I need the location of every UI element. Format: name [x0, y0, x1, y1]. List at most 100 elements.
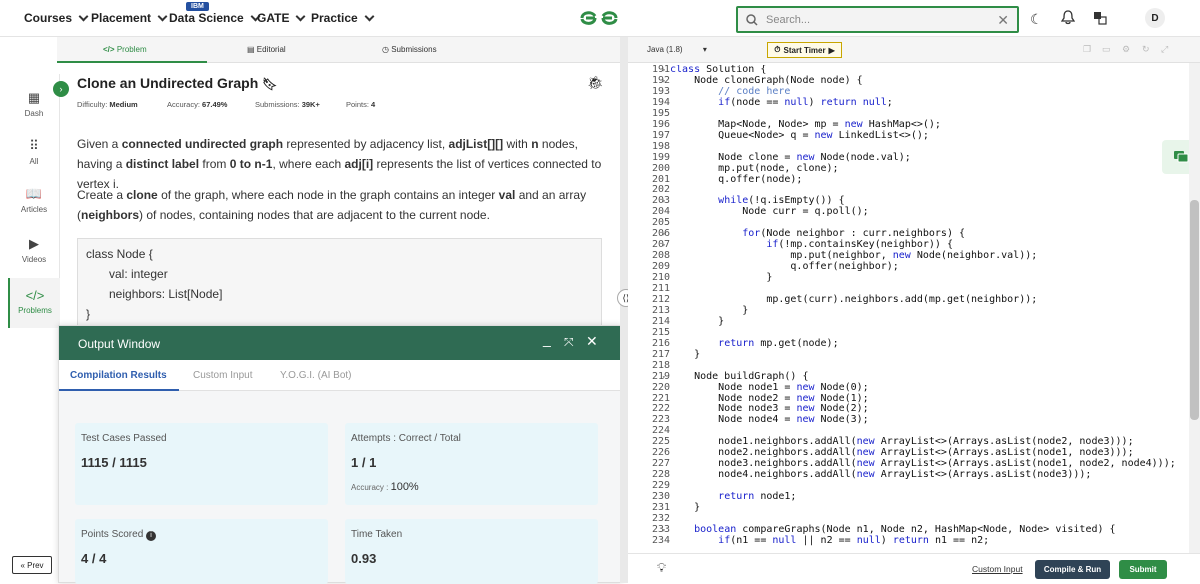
code-line: mp.put(node, clone);: [670, 162, 839, 174]
accuracy-value: 67.49%: [202, 100, 228, 109]
rail-item-label: Dash: [24, 109, 44, 118]
text: Given a: [77, 137, 119, 151]
submit-button[interactable]: Submit: [1119, 560, 1167, 579]
ibm-badge: IBM: [186, 2, 209, 11]
tab-compilation-results[interactable]: Compilation Results: [70, 370, 167, 381]
dark-mode-icon[interactable]: ☾: [1030, 11, 1043, 28]
expand-icon[interactable]: ⤧: [564, 335, 574, 350]
code-line: class Node {: [86, 247, 153, 261]
rail-item-label: Videos: [21, 255, 47, 264]
translate-icon[interactable]: [1093, 11, 1107, 25]
code-line: Node node1 = new Node(0);: [670, 381, 869, 393]
start-timer-button[interactable]: ⏱ Start Timer ▶: [767, 42, 842, 58]
line-number: 218: [651, 359, 670, 371]
rail-item-articles[interactable]: 📖 Articles: [8, 186, 60, 214]
editor-scrollbar-thumb[interactable]: [1190, 200, 1199, 420]
rail-item-all[interactable]: ⠿ All: [8, 138, 60, 166]
language-select[interactable]: Java (1.8) ▾: [647, 45, 707, 54]
code-line: Node clone = new Node(node.val);: [670, 151, 911, 163]
text-bold: adj[i]: [344, 157, 374, 171]
nav-practice[interactable]: Practice: [311, 11, 375, 25]
points-value: 4: [371, 100, 376, 109]
info-icon[interactable]: i: [146, 531, 157, 541]
submissions: Submissions: 39K+: [255, 100, 320, 109]
gfg-logo[interactable]: [578, 8, 620, 28]
points-label: Points:: [346, 100, 369, 109]
start-timer-label: Start Timer: [783, 45, 826, 55]
rail-item-videos[interactable]: ▶ Videos: [8, 236, 60, 264]
nav-placement[interactable]: Placement: [91, 11, 168, 25]
code-line: if(node == null) return null;: [718, 96, 893, 108]
minimize-icon[interactable]: _: [543, 331, 551, 347]
history-icon: ◷: [382, 45, 389, 54]
nav-gate[interactable]: GATE: [257, 11, 306, 25]
nav-courses-label: Courses: [24, 11, 73, 25]
card-label: Time Taken: [351, 529, 403, 540]
text: Create a: [77, 188, 124, 202]
rail-item-dash[interactable]: ▦ Dash: [8, 90, 60, 118]
card-value: 1115 / 1115: [81, 455, 147, 470]
tab-submissions[interactable]: ◷ Submissions: [382, 45, 437, 54]
collapse-arrow-icon[interactable]: ›: [53, 81, 69, 97]
code-icon: </>: [103, 45, 115, 54]
tab-yogi-bot[interactable]: Y.O.G.I. (AI Bot): [280, 370, 352, 381]
text: and an array: [518, 188, 587, 202]
rail-item-problems[interactable]: </> Problems: [8, 278, 60, 328]
code-line: }: [86, 307, 91, 321]
code-line: }: [670, 502, 701, 513]
custom-input-link[interactable]: Custom Input: [972, 564, 1023, 574]
text-bold: distinct label: [125, 157, 200, 171]
bulb-icon[interactable]: 💡︎: [657, 560, 666, 576]
tab-editorial[interactable]: ▤ Editorial: [247, 45, 286, 54]
search-icon: [746, 13, 758, 26]
text: from: [202, 157, 227, 171]
reset-icon[interactable]: ↻: [1142, 44, 1150, 55]
points: Points: 4: [346, 100, 375, 109]
difficulty-value: Medium: [109, 100, 138, 109]
card-test-cases: Test Cases Passed 1115 / 1115: [75, 423, 328, 505]
card-label: Test Cases Passed: [81, 433, 167, 444]
text: , where each: [272, 157, 342, 171]
text-bold: adjList[][]: [448, 137, 504, 151]
compile-run-button[interactable]: Compile & Run: [1035, 560, 1110, 579]
code-line: }: [670, 315, 725, 327]
card-sub: Accuracy : 100%: [351, 481, 419, 493]
tab-custom-input[interactable]: Custom Input: [193, 370, 252, 381]
card-label-text: Points Scored: [81, 529, 144, 540]
rail-item-label: Articles: [20, 205, 48, 214]
clear-icon[interactable]: ✕: [997, 12, 1009, 29]
difficulty-label: Difficulty:: [77, 100, 108, 109]
code-area[interactable]: 191 ▾ class Solution {192 ▾ Node cloneGraph…: [628, 65, 1200, 552]
nav-data-science[interactable]: Data Science: [169, 11, 261, 25]
text: of the graph, where each node in the gra…: [161, 188, 496, 202]
card-value: 0.93: [351, 551, 377, 566]
close-icon[interactable]: ✕: [586, 333, 598, 350]
search-input[interactable]: Search... ✕: [736, 6, 1019, 33]
panel-divider[interactable]: [620, 37, 628, 583]
line-number: 198: [651, 140, 670, 152]
text-bold: clone: [126, 188, 158, 202]
file-icon[interactable]: ▭: [1102, 44, 1111, 55]
copy-icon[interactable]: ❐: [1083, 44, 1091, 55]
nav-gate-label: GATE: [257, 11, 290, 25]
bell-icon[interactable]: [1061, 10, 1075, 25]
settings-icon[interactable]: ⚙: [1122, 44, 1130, 55]
difficulty: Difficulty: Medium: [77, 100, 138, 109]
avatar[interactable]: D: [1145, 8, 1165, 28]
code-icon: </>: [25, 288, 45, 303]
bug-icon[interactable]: 🐞︎: [587, 75, 604, 91]
nav-practice-label: Practice: [311, 11, 358, 25]
bookmark-icon[interactable]: 🔖︎: [262, 77, 277, 91]
nav-placement-label: Placement: [91, 11, 152, 25]
line-number: 199: [651, 151, 670, 163]
text-bold: neighbors: [81, 208, 140, 222]
fullscreen-icon[interactable]: ⤢: [1161, 44, 1168, 55]
line-number: 220: [651, 381, 670, 393]
tab-problem[interactable]: </> Problem: [103, 45, 147, 54]
nav-courses[interactable]: Courses: [24, 11, 89, 25]
language-value: Java (1.8): [647, 45, 683, 54]
prev-button[interactable]: « Prev: [12, 556, 52, 574]
code-line: if(n1 == null || n2 == null) return n1 =…: [718, 534, 990, 546]
grid-icon: ⠿: [29, 138, 39, 153]
submissions-label: Submissions:: [255, 100, 300, 109]
